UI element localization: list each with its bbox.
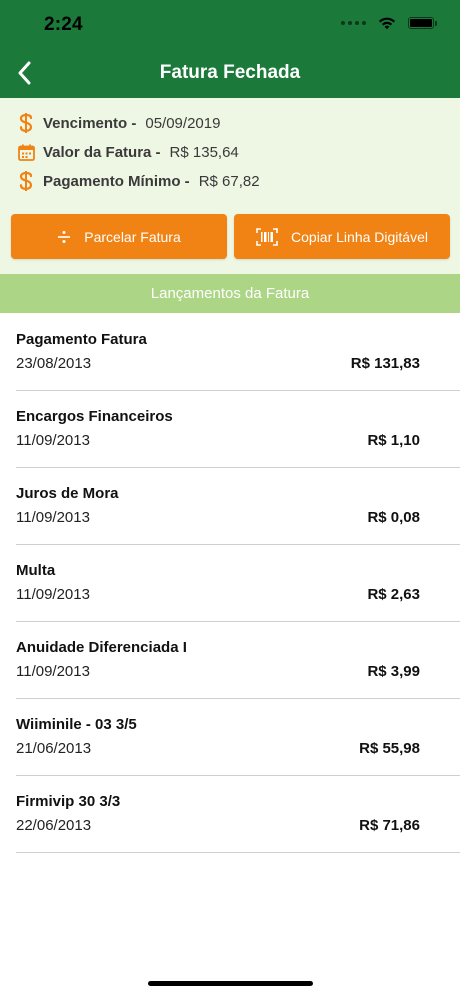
summary-due-row: Vencimento - 05/09/2019: [16, 111, 220, 135]
home-indicator[interactable]: [148, 981, 313, 986]
barcode-icon: [256, 227, 278, 246]
transactions-list: Pagamento Fatura 23/08/2013 R$ 131,83 En…: [0, 313, 460, 853]
status-time: 2:24: [44, 14, 83, 35]
transaction-title: Encargos Financeiros: [16, 408, 173, 425]
status-icons: [341, 16, 437, 30]
transaction-title: Anuidade Diferenciada I: [16, 639, 187, 656]
transaction-amount: R$ 3,99: [367, 663, 420, 680]
copy-barcode-button[interactable]: Copiar Linha Digitável: [234, 214, 450, 259]
nav-header: Fatura Fechada: [0, 48, 460, 98]
transaction-row[interactable]: Wiiminile - 03 3/5 21/06/2013 R$ 55,98: [0, 698, 460, 776]
transaction-row[interactable]: Encargos Financeiros 11/09/2013 R$ 1,10: [0, 390, 460, 468]
transaction-title: Firmivip 30 3/3: [16, 793, 121, 810]
section-header: Lançamentos da Fatura: [0, 274, 460, 313]
battery-icon: [408, 17, 437, 29]
transaction-amount: R$ 2,63: [367, 586, 420, 603]
transaction-title: Juros de Mora: [16, 485, 119, 502]
total-label: Valor da Fatura -: [43, 143, 161, 161]
transaction-title: Multa: [16, 562, 56, 579]
status-bar: 2:24: [0, 0, 460, 48]
transaction-amount: R$ 131,83: [350, 355, 420, 372]
transaction-title: Pagamento Fatura: [16, 331, 147, 348]
due-value: 05/09/2019: [145, 114, 221, 132]
divide-icon: [57, 230, 71, 244]
signal-icon: [341, 21, 366, 25]
installments-button[interactable]: Parcelar Fatura: [11, 214, 227, 259]
transaction-amount: R$ 55,98: [359, 740, 420, 757]
transaction-amount: R$ 0,08: [367, 509, 420, 526]
transaction-date: 11/09/2013: [16, 509, 90, 526]
summary-total-row: Valor da Fatura - R$ 135,64: [16, 140, 239, 164]
transaction-date: 21/06/2013: [16, 740, 92, 757]
transaction-row[interactable]: Juros de Mora 11/09/2013 R$ 0,08: [0, 467, 460, 545]
transaction-date: 23/08/2013: [16, 355, 92, 372]
due-label: Vencimento -: [43, 114, 137, 132]
wifi-icon: [378, 16, 396, 30]
action-buttons: Parcelar Fatura Copiar Linha Digitável: [11, 214, 450, 259]
divider: [16, 852, 460, 853]
copy-barcode-button-label: Copiar Linha Digitável: [291, 228, 428, 245]
minimum-value: R$ 67,82: [198, 172, 260, 190]
summary-minimum-row: Pagamento Mínimo - R$ 67,82: [16, 169, 260, 193]
transaction-title: Wiiminile - 03 3/5: [16, 716, 137, 733]
transaction-row[interactable]: Firmivip 30 3/3 22/06/2013 R$ 71,86: [0, 775, 460, 853]
transaction-row[interactable]: Pagamento Fatura 23/08/2013 R$ 131,83: [0, 313, 460, 391]
total-value: R$ 135,64: [169, 143, 239, 161]
transaction-amount: R$ 71,86: [359, 817, 420, 834]
top-bar: 2:24 Fatura Fechada: [0, 0, 460, 98]
page-title: Fatura Fechada: [159, 62, 301, 83]
transaction-row[interactable]: Anuidade Diferenciada I 11/09/2013 R$ 3,…: [0, 621, 460, 699]
installments-button-label: Parcelar Fatura: [84, 228, 181, 245]
screen: 2:24 Fatura Fechada Vencimento - 05/09/2…: [0, 0, 460, 996]
calendar-icon: [16, 141, 36, 163]
transaction-amount: R$ 1,10: [367, 432, 420, 449]
minimum-label: Pagamento Mínimo -: [43, 172, 190, 190]
transaction-date: 11/09/2013: [16, 663, 90, 680]
transaction-date: 11/09/2013: [16, 432, 90, 449]
section-title: Lançamentos da Fatura: [150, 285, 310, 302]
transaction-date: 11/09/2013: [16, 586, 90, 603]
dollar-icon: [16, 170, 36, 192]
transaction-row[interactable]: Multa 11/09/2013 R$ 2,63: [0, 544, 460, 622]
transaction-date: 22/06/2013: [16, 817, 92, 834]
dollar-icon: [16, 112, 36, 134]
